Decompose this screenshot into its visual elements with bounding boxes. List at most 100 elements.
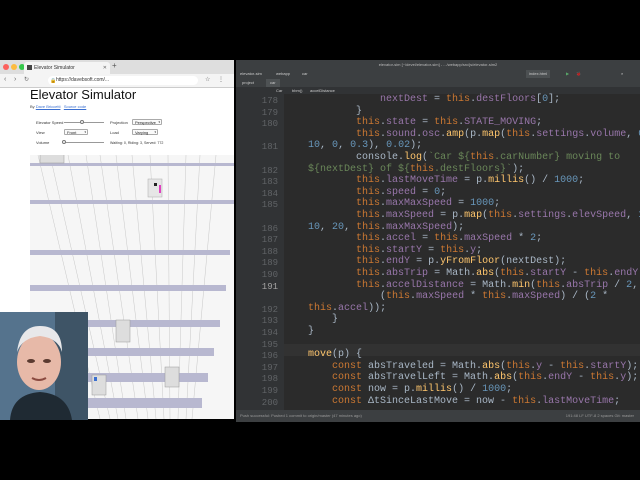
byline: By Dave Briccetti Source code <box>30 104 86 109</box>
ide-status-bar: Push successful: Pushed 1 commit to orig… <box>236 410 640 422</box>
line-number: 199 <box>261 386 278 396</box>
minimize-window-icon[interactable] <box>11 64 17 70</box>
code-line[interactable]: } <box>284 326 314 337</box>
source-code-link[interactable]: Source code <box>64 104 86 109</box>
line-number: 192 <box>261 304 278 315</box>
ide-project-tabs: project car <box>236 79 640 87</box>
code-line[interactable]: } <box>284 106 362 117</box>
code-line[interactable]: this.accel = this.maxSpeed * 2; <box>284 233 542 244</box>
projection-label: Projection <box>110 120 128 125</box>
url-text: https://davebsoft.com/... <box>56 77 110 83</box>
load-value: Varying <box>135 130 149 135</box>
line-number: 181 <box>261 142 278 153</box>
crumb-variable[interactable]: accelDistance <box>306 87 339 94</box>
line-number: 191 <box>261 281 278 292</box>
project-crumb[interactable]: elevator-sim <box>240 70 262 78</box>
line-number: 196 <box>261 351 278 362</box>
line-number: 186 <box>261 223 278 234</box>
line-number: 193 <box>261 316 278 327</box>
browser-menu-icon[interactable]: ☆ ⋮ <box>205 76 227 83</box>
load-label: Load <box>110 130 119 135</box>
elevator-speed-slider[interactable] <box>64 122 104 123</box>
editor-tab-car[interactable]: car <box>266 79 280 87</box>
structure-breadcrumb: Car bbm() accelDistance <box>236 87 640 94</box>
line-number: 195 <box>261 339 278 350</box>
address-bar-row: ‹ › ↻ 🔒 https://davebsoft.com/... ☆ ⋮ <box>0 74 234 88</box>
page-title: Elevator Simulator <box>30 87 137 102</box>
code-line[interactable]: (this.maxSpeed * this.maxSpeed) / (2 * <box>284 291 608 302</box>
projection-select[interactable]: Perspective ▾ <box>132 119 162 125</box>
code-line[interactable]: ${nextDest} of ${this.destFloors}`); <box>284 164 524 175</box>
forward-icon[interactable]: › <box>14 76 16 83</box>
presenter-photo <box>0 312 88 420</box>
load-select[interactable]: Varying ▾ <box>132 129 158 135</box>
ide-window: elevator-sim [~/devel/elevator-sim] - ..… <box>236 60 640 422</box>
line-number: 194 <box>261 328 278 338</box>
code-line[interactable]: this.speed = 0; <box>284 187 446 198</box>
line-number: 188 <box>261 246 278 257</box>
lock-icon: 🔒 <box>50 78 57 84</box>
close-window-icon[interactable] <box>3 64 9 70</box>
line-number: 179 <box>261 107 278 118</box>
close-tab-icon[interactable]: ✕ <box>103 62 107 74</box>
run-config-select[interactable]: index.html <box>526 70 551 78</box>
url-field[interactable]: 🔒 https://davebsoft.com/... <box>48 76 198 85</box>
code-line[interactable]: this.maxMaxSpeed = 1000; <box>284 198 500 209</box>
search-icon[interactable]: ⌕ <box>621 70 623 78</box>
line-number: 178 <box>261 96 278 106</box>
code-line[interactable]: const now = p.millis() / 1000; <box>284 384 512 395</box>
volume-label: Volume <box>36 140 50 145</box>
code-line[interactable]: this.maxSpeed = p.map(this.settings.elev… <box>284 210 640 221</box>
car-crumb[interactable]: car <box>302 70 308 78</box>
cursor-position-info[interactable]: 191:48 LF UTF-8 2 spaces Git: master <box>566 410 634 422</box>
view-select[interactable]: Front ▾ <box>64 129 88 135</box>
code-line[interactable]: this.startY = this.y; <box>284 245 482 256</box>
code-line[interactable]: const ΔtSinceLastMove = now - this.lastM… <box>284 396 620 407</box>
code-line[interactable]: console.log(`Car ${this.carNumber} movin… <box>284 152 620 163</box>
line-number: 200 <box>261 397 278 408</box>
line-number: 185 <box>261 200 278 211</box>
code-line[interactable]: nextDest = this.destFloors[0]; <box>284 94 560 105</box>
code-line[interactable]: const absTraveled = Math.abs(this.y - th… <box>284 361 638 372</box>
favicon-icon <box>27 65 32 70</box>
line-number: 197 <box>261 362 278 373</box>
chevron-down-icon: ▾ <box>84 130 86 134</box>
code-line[interactable]: const absTravelLeft = Math.abs(this.endY… <box>284 372 638 383</box>
crumb-car-class[interactable]: Car <box>272 87 286 94</box>
code-line[interactable]: } <box>284 314 338 325</box>
code-line[interactable]: this.state = this.STATE_MOVING; <box>284 117 542 128</box>
volume-slider[interactable] <box>64 142 104 143</box>
webcam-overlay <box>0 312 88 420</box>
view-value: Front <box>67 130 77 135</box>
code-line[interactable]: this.accelDistance = Math.min(this.absTr… <box>284 280 638 291</box>
code-line[interactable]: 10, 0, 0.3), 0.02); <box>284 140 422 151</box>
line-number: 198 <box>261 374 278 385</box>
line-number: 180 <box>261 119 278 130</box>
status-text: Waiting: 0, Riding: 3, Served: 772 <box>110 141 164 145</box>
code-line[interactable]: move(p) { <box>284 349 362 360</box>
new-tab-icon[interactable]: + <box>112 61 117 70</box>
chevron-down-icon: ▾ <box>158 120 160 124</box>
code-line[interactable]: this.absTrip = Math.abs(this.startY - th… <box>284 268 640 279</box>
line-number: 182 <box>261 165 278 176</box>
project-tool-tab[interactable]: project <box>238 79 258 87</box>
volume-thumb[interactable] <box>62 140 66 144</box>
code-line[interactable]: this.accel)); <box>284 303 386 314</box>
crumb-method[interactable]: bbm() <box>288 87 306 94</box>
line-number: 183 <box>261 177 278 188</box>
elevator-speed-label: Elevator Speed <box>36 120 64 125</box>
code-line[interactable]: this.lastMoveTime = p.millis() / 1000; <box>284 175 584 186</box>
ide-window-title: elevator-sim [~/devel/elevator-sim] - ..… <box>236 60 640 69</box>
reload-icon[interactable]: ↻ <box>24 76 29 83</box>
elevator-speed-thumb[interactable] <box>80 120 84 124</box>
code-line[interactable]: 10, 20, this.maxMaxSpeed); <box>284 222 464 233</box>
code-line[interactable]: this.sound.osc.amp(p.map(this.settings.v… <box>284 129 640 140</box>
browser-tab[interactable]: Elevator Simulator ✕ <box>24 62 110 74</box>
run-icon[interactable]: ▶ <box>566 70 569 78</box>
back-icon[interactable]: ‹ <box>4 76 6 83</box>
webapp-crumb[interactable]: webapp <box>276 70 290 78</box>
author-link[interactable]: Dave Briccetti <box>36 104 61 109</box>
debug-icon[interactable]: 🐞 <box>576 70 581 78</box>
chevron-down-icon: ▾ <box>154 130 156 134</box>
code-line[interactable]: this.endY = p.yFromFloor(nextDest); <box>284 256 566 267</box>
